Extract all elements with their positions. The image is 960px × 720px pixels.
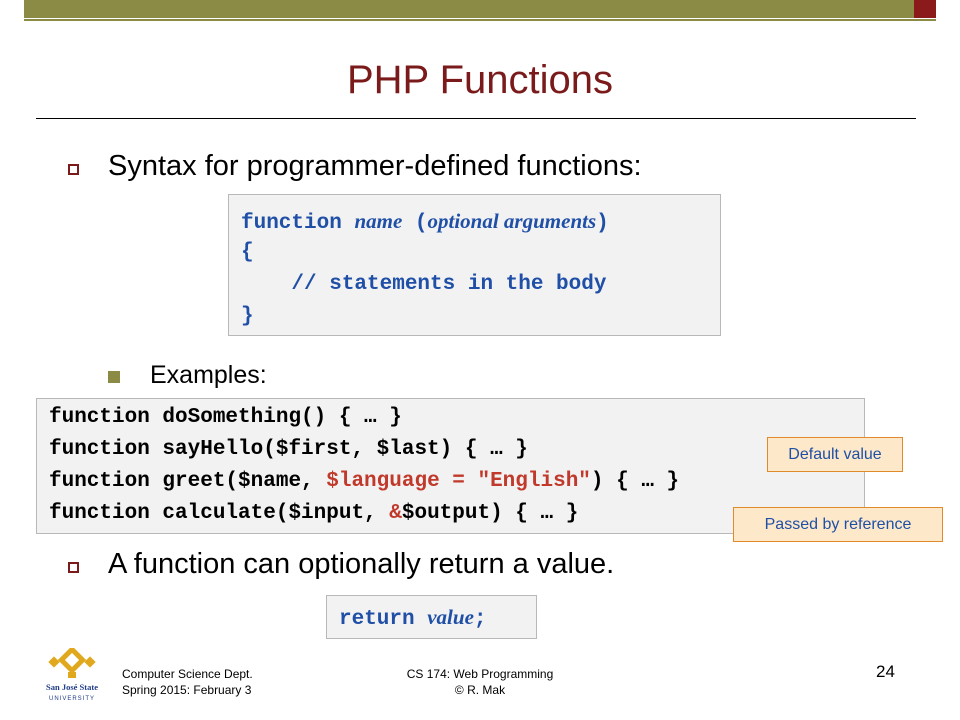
top-end-square — [914, 0, 936, 18]
bullet-return: A function can optionally return a value… — [108, 548, 615, 580]
footer-author: © R. Mak — [454, 683, 506, 697]
example-4-reference-marker: & — [389, 502, 402, 525]
keyword-return: return — [339, 608, 415, 631]
syntax-args: optional arguments — [427, 209, 597, 233]
logo-text-bottom: UNIVERSITY — [49, 696, 95, 702]
callout-default-value: Default value — [767, 437, 903, 472]
sub-bullet-examples: Examples: — [150, 361, 267, 389]
page-number: 24 — [876, 662, 895, 681]
example-3-prefix: function greet($name, — [49, 470, 327, 493]
footer-left: Computer Science Dept. Spring 2015: Febr… — [122, 666, 253, 698]
syntax-comment: // statements in the body — [241, 273, 607, 296]
example-line-4: function calculate($input, &$output) { …… — [49, 502, 578, 525]
top-band-line — [24, 19, 936, 21]
syntax-line-signature: function name (optional arguments) — [241, 209, 609, 235]
syntax-close-brace: } — [241, 305, 254, 328]
syntax-name: name — [354, 209, 403, 233]
example-3-default-arg: $language = "English" — [326, 470, 591, 493]
return-value: value — [427, 605, 474, 629]
syntax-code-box: function name (optional arguments) { // … — [228, 194, 721, 336]
bullet-square-icon — [68, 562, 79, 573]
example-3-suffix: ) { … } — [590, 470, 680, 493]
top-band — [24, 0, 936, 18]
example-line-3: function greet($name, $language = "Engli… — [49, 470, 679, 493]
slide-title: PHP Functions — [346, 58, 614, 102]
return-semicolon: ; — [473, 608, 487, 631]
keyword-function: function — [241, 212, 342, 235]
example-4-prefix: function calculate($input, — [49, 502, 390, 525]
example-line-1: function doSomething() { … } — [49, 406, 402, 429]
footer-date: Spring 2015: February 3 — [122, 683, 252, 697]
callout-passed-by-reference: Passed by reference — [733, 507, 943, 542]
sjsu-logo-mark: San José State UNIVERSITY — [46, 645, 98, 702]
syntax-close-paren: ) — [596, 212, 609, 235]
logo-text-top: San José State — [46, 682, 98, 692]
sub-bullet-square-icon — [108, 371, 120, 383]
return-line: return value; — [339, 605, 487, 631]
syntax-open-paren: ( — [414, 212, 428, 235]
title-divider — [36, 118, 916, 119]
bullet-syntax: Syntax for programmer-defined functions: — [108, 150, 642, 182]
syntax-open-brace: { — [241, 241, 254, 264]
footer-center: CS 174: Web Programming © R. Mak — [360, 666, 600, 698]
return-code-box: return value; — [326, 595, 537, 639]
sjsu-logo: San José State UNIVERSITY — [40, 645, 104, 708]
top-decorative-bar — [24, 0, 936, 22]
example-line-2: function sayHello($first, $last) { … } — [49, 438, 528, 461]
footer-course: CS 174: Web Programming — [406, 667, 554, 681]
footer-dept: Computer Science Dept. — [122, 667, 253, 681]
example-4-suffix: $output) { … } — [401, 502, 579, 525]
bullet-square-icon — [68, 164, 79, 175]
